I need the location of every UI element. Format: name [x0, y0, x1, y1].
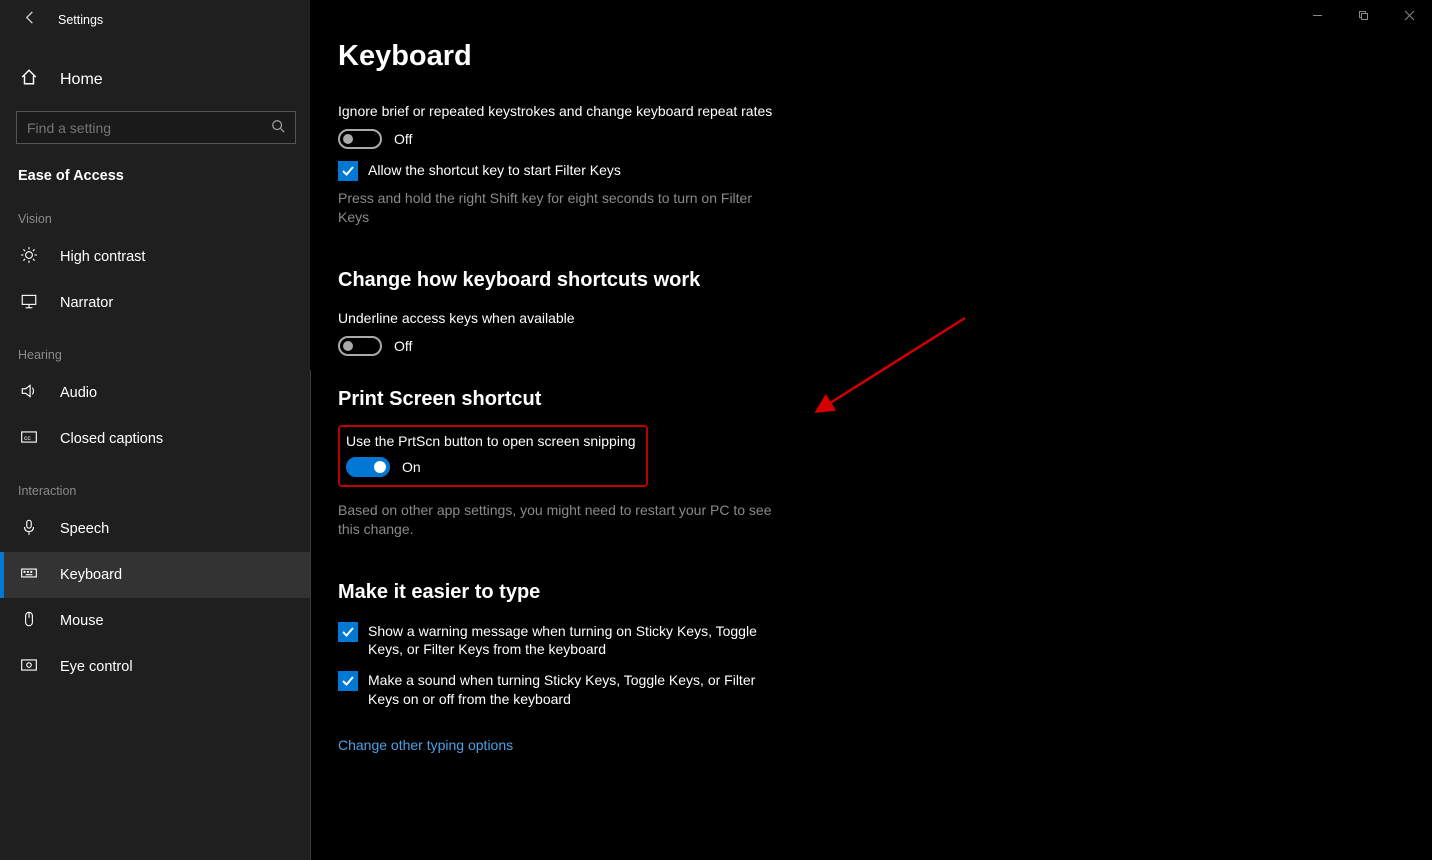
sidebar-home-label: Home [60, 71, 103, 89]
nav-label: Keyboard [60, 567, 122, 583]
highlight-annotation: Use the PrtScn button to open screen sni… [338, 425, 648, 487]
prtscr-state: On [402, 459, 421, 475]
eye-icon [20, 656, 42, 678]
sound-checkbox[interactable] [338, 671, 358, 691]
filter-keys-state: Off [394, 131, 412, 147]
nav-label: Audio [60, 385, 97, 401]
filter-keys-label: Ignore brief or repeated keystrokes and … [338, 103, 1432, 119]
nav-label: Eye control [60, 659, 133, 675]
prtscr-heading: Print Screen shortcut [338, 388, 1432, 411]
prtscr-toggle[interactable] [346, 457, 390, 477]
maximize-button[interactable] [1340, 0, 1386, 30]
sidebar-item-eye-control[interactable]: Eye control [0, 644, 310, 690]
sidebar-category: Ease of Access [0, 158, 310, 190]
search-icon [271, 119, 285, 136]
nav-label: Mouse [60, 613, 104, 629]
microphone-icon [20, 518, 42, 540]
warn-checkbox[interactable] [338, 622, 358, 642]
sidebar-item-high-contrast[interactable]: High contrast [0, 234, 310, 280]
scroll-divider [310, 370, 311, 860]
window-title: Settings [58, 13, 103, 27]
filter-keys-toggle[interactable] [338, 129, 382, 149]
sidebar-item-mouse[interactable]: Mouse [0, 598, 310, 644]
warn-checkbox-label: Show a warning message when turning on S… [368, 622, 778, 660]
filter-shortcut-checkbox[interactable] [338, 161, 358, 181]
search-input[interactable] [27, 120, 271, 136]
group-interaction: Interaction [0, 462, 310, 506]
underline-toggle[interactable] [338, 336, 382, 356]
mouse-icon [20, 610, 42, 632]
nav-label: High contrast [60, 249, 145, 265]
minimize-button[interactable] [1294, 0, 1340, 30]
sound-checkbox-label: Make a sound when turning Sticky Keys, T… [368, 671, 778, 709]
narrator-icon [20, 292, 42, 314]
sidebar-item-audio[interactable]: Audio [0, 370, 310, 416]
prtscr-label: Use the PrtScn button to open screen sni… [346, 433, 636, 449]
sidebar-home[interactable]: Home [0, 58, 310, 101]
sidebar-item-closed-captions[interactable]: cc Closed captions [0, 416, 310, 462]
other-typing-link[interactable]: Change other typing options [338, 737, 513, 753]
group-hearing: Hearing [0, 326, 310, 370]
back-button[interactable] [20, 10, 40, 30]
sidebar-item-speech[interactable]: Speech [0, 506, 310, 552]
type-heading: Make it easier to type [338, 581, 1432, 604]
underline-state: Off [394, 338, 412, 354]
nav-label: Closed captions [60, 431, 163, 447]
sidebar-item-narrator[interactable]: Narrator [0, 280, 310, 326]
svg-text:cc: cc [24, 435, 31, 442]
home-icon [20, 68, 42, 91]
keyboard-icon [20, 564, 42, 586]
close-button[interactable] [1386, 0, 1432, 30]
page-title: Keyboard [338, 40, 1432, 73]
main-content: Keyboard Ignore brief or repeated keystr… [310, 0, 1432, 860]
underline-label: Underline access keys when available [338, 310, 1432, 326]
filter-shortcut-desc: Press and hold the right Shift key for e… [338, 189, 778, 227]
prtscr-desc: Based on other app settings, you might n… [338, 501, 778, 539]
sun-icon [20, 246, 42, 268]
filter-shortcut-checkbox-label: Allow the shortcut key to start Filter K… [368, 161, 621, 180]
group-vision: Vision [0, 190, 310, 234]
sidebar-item-keyboard[interactable]: Keyboard [0, 552, 310, 598]
captions-icon: cc [20, 428, 42, 450]
search-box[interactable] [16, 111, 296, 144]
nav-label: Narrator [60, 295, 113, 311]
nav-label: Speech [60, 521, 109, 537]
sidebar: Settings Home Ease of Access Vision High… [0, 0, 310, 860]
shortcuts-heading: Change how keyboard shortcuts work [338, 269, 1432, 292]
speaker-icon [20, 382, 42, 404]
